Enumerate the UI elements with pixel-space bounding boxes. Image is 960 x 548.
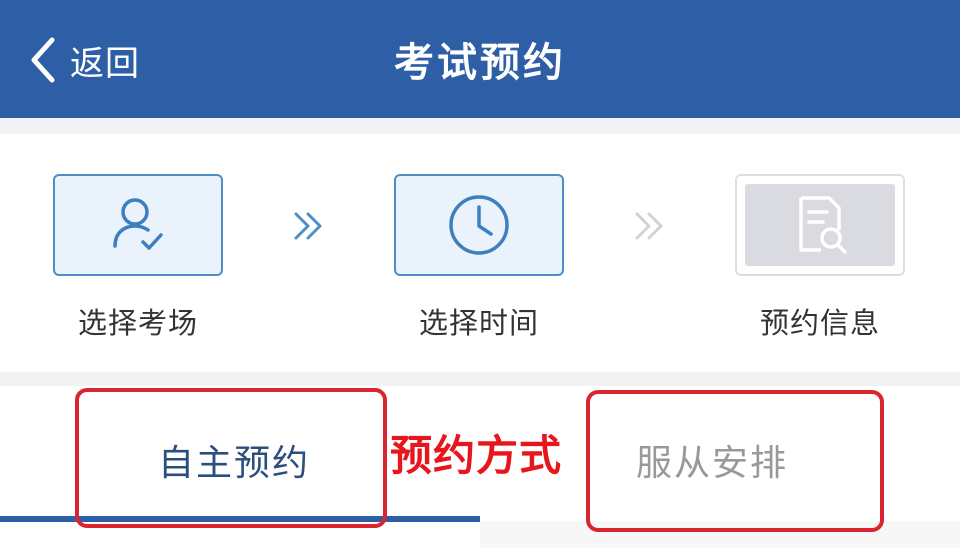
header-bar: 返回 考试预约 xyxy=(0,0,960,118)
separator xyxy=(0,372,960,386)
annotation-box-self-booking xyxy=(75,388,387,528)
double-chevron-right-icon xyxy=(294,212,322,240)
page-title: 考试预约 xyxy=(394,40,566,86)
user-check-icon xyxy=(113,198,163,250)
annotation-box-assigned xyxy=(586,390,884,532)
step-select-time[interactable] xyxy=(394,174,564,276)
step-label-venue: 选择考场 xyxy=(77,306,198,340)
clock-icon xyxy=(449,195,509,255)
step-label-info: 预约信息 xyxy=(759,306,880,340)
double-chevron-right-icon xyxy=(635,212,663,240)
annotation-label: 预约方式 xyxy=(390,431,563,480)
document-search-icon xyxy=(799,196,847,254)
step-select-venue[interactable] xyxy=(53,174,223,276)
exam-booking-page: 返回 考试预约 选择考场 选择时间 预约信息 自主预约 服从安排 预约方式 xyxy=(0,0,960,548)
separator xyxy=(0,118,960,134)
booking-method-tabs: 自主预约 服从安排 预约方式 xyxy=(0,386,960,548)
step-label-time: 选择时间 xyxy=(418,306,539,340)
step-booking-info[interactable] xyxy=(735,174,905,276)
step-progress: 选择考场 选择时间 预约信息 xyxy=(0,134,960,372)
